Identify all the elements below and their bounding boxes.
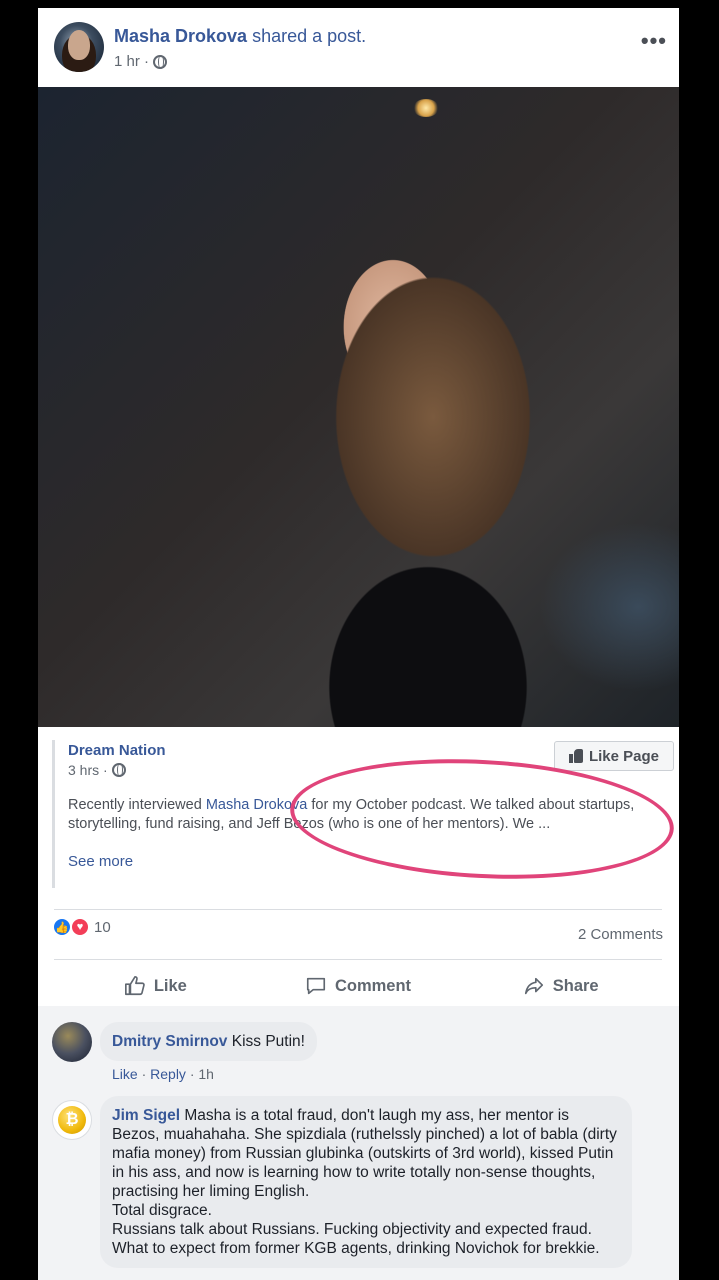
comment-text: Masha is a total fraud, don't laugh my a… <box>112 1107 617 1257</box>
shared-time-line: 3 hrs · <box>68 762 126 778</box>
comment-button[interactable]: Comment <box>257 964 460 1008</box>
mention-link[interactable]: Masha Drokova <box>206 797 308 813</box>
shared-time[interactable]: 3 hrs · <box>68 762 108 778</box>
post-actions-bar: Like Comment Share <box>54 964 662 1008</box>
author-name[interactable]: Masha Drokova <box>114 26 247 46</box>
comment-meta: Like · Reply · 1h <box>112 1066 214 1082</box>
love-reaction-icon: ♥ <box>70 917 90 937</box>
globe-icon <box>153 54 168 69</box>
shared-page-name[interactable]: Dream Nation <box>68 742 166 759</box>
like-reaction-icon: 👍 <box>52 917 72 937</box>
comments-section: Dmitry Smirnov Kiss Putin! Like · Reply … <box>38 1006 679 1280</box>
commenter-name[interactable]: Jim Sigel <box>112 1107 180 1124</box>
comment-text: Kiss Putin! <box>231 1033 305 1050</box>
post-photo[interactable] <box>38 87 679 727</box>
photo-lamp-light <box>413 99 439 117</box>
reactions-summary[interactable]: 👍 ♥ 10 <box>52 917 111 937</box>
post-card: Masha Drokova shared a post. 1 hr · ••• … <box>38 8 679 1280</box>
divider <box>54 959 662 960</box>
thumbs-up-icon <box>124 976 145 996</box>
post-header: Masha Drokova shared a post. 1 hr · <box>54 22 366 74</box>
post-action-text: shared a post. <box>252 26 367 46</box>
see-more-link[interactable]: See more <box>68 853 133 870</box>
post-time[interactable]: 1 hr · <box>114 53 149 70</box>
commenter-avatar[interactable]: ₿ <box>52 1100 92 1140</box>
author-avatar[interactable] <box>54 22 104 72</box>
post-title-line: Masha Drokova shared a post. <box>114 26 366 47</box>
like-button[interactable]: Like <box>54 964 257 1008</box>
like-page-button[interactable]: Like Page <box>554 741 674 771</box>
divider <box>54 909 662 910</box>
comment-label: Comment <box>334 976 412 995</box>
shared-post-attachment: Dream Nation 3 hrs · Like Page Recently … <box>52 740 674 888</box>
shared-text-before: Recently interviewed <box>68 797 206 813</box>
comments-count-link[interactable]: 2 Comments <box>578 926 663 943</box>
comment-like-link[interactable]: Like <box>112 1066 138 1082</box>
thumbs-up-icon <box>568 749 583 763</box>
like-page-label: Like Page <box>588 747 660 765</box>
share-icon <box>524 977 543 995</box>
comment-bubble: Jim Sigel Masha is a total fraud, don't … <box>100 1096 632 1268</box>
globe-icon <box>111 763 126 777</box>
comment-bubble: Dmitry Smirnov Kiss Putin! <box>100 1022 317 1061</box>
post-time-line: 1 hr · <box>114 53 366 70</box>
post-meta: Masha Drokova shared a post. 1 hr · <box>114 22 366 70</box>
comment-reply-link[interactable]: Reply <box>150 1066 186 1082</box>
commenter-name[interactable]: Dmitry Smirnov <box>112 1033 227 1050</box>
more-options-icon[interactable]: ••• <box>641 28 667 54</box>
share-label: Share <box>552 976 599 995</box>
like-label: Like <box>153 976 187 995</box>
comment-time[interactable]: 1h <box>198 1066 214 1082</box>
comment-icon <box>306 977 326 995</box>
commenter-avatar[interactable] <box>52 1022 92 1062</box>
reaction-count: 10 <box>94 918 111 936</box>
bitcoin-icon: ₿ <box>58 1106 86 1134</box>
shared-post-text: Recently interviewed Masha Drokova for m… <box>68 796 668 834</box>
share-button[interactable]: Share <box>459 964 662 1008</box>
